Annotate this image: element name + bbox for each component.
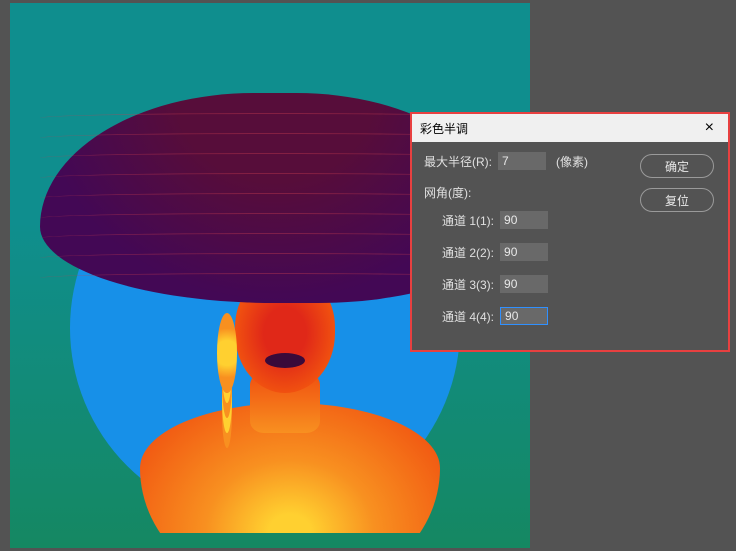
- max-radius-input[interactable]: [498, 152, 546, 170]
- color-halftone-dialog: 彩色半调 × 确定 复位 最大半径(R): (像素) 网角(度): 通道 1(1…: [410, 112, 730, 352]
- pixels-label: (像素): [556, 153, 588, 170]
- close-icon[interactable]: ×: [699, 117, 720, 139]
- channel-2-row: 通道 2(2):: [442, 243, 716, 261]
- ok-button[interactable]: 确定: [640, 154, 714, 178]
- max-radius-label: 最大半径(R):: [424, 153, 492, 170]
- channel-4-label: 通道 4(4):: [442, 308, 494, 325]
- channel-4-row: 通道 4(4):: [442, 307, 716, 325]
- channel-3-label: 通道 3(3):: [442, 276, 494, 293]
- dialog-title: 彩色半调: [420, 120, 468, 137]
- dialog-titlebar[interactable]: 彩色半调 ×: [412, 114, 728, 142]
- channel-1-label: 通道 1(1):: [442, 212, 494, 229]
- dialog-buttons: 确定 复位: [640, 154, 714, 212]
- figure-lips: [265, 353, 305, 368]
- channel-1-row: 通道 1(1):: [442, 211, 716, 229]
- reset-button[interactable]: 复位: [640, 188, 714, 212]
- channel-2-input[interactable]: [500, 243, 548, 261]
- dialog-body: 确定 复位 最大半径(R): (像素) 网角(度): 通道 1(1): 通道 2…: [412, 142, 728, 349]
- channel-group: 通道 1(1): 通道 2(2): 通道 3(3): 通道 4(4):: [424, 211, 716, 325]
- channel-4-input[interactable]: [500, 307, 548, 325]
- figure-earring: [217, 313, 237, 393]
- channel-1-input[interactable]: [500, 211, 548, 229]
- channel-3-row: 通道 3(3):: [442, 275, 716, 293]
- channel-2-label: 通道 2(2):: [442, 244, 494, 261]
- channel-3-input[interactable]: [500, 275, 548, 293]
